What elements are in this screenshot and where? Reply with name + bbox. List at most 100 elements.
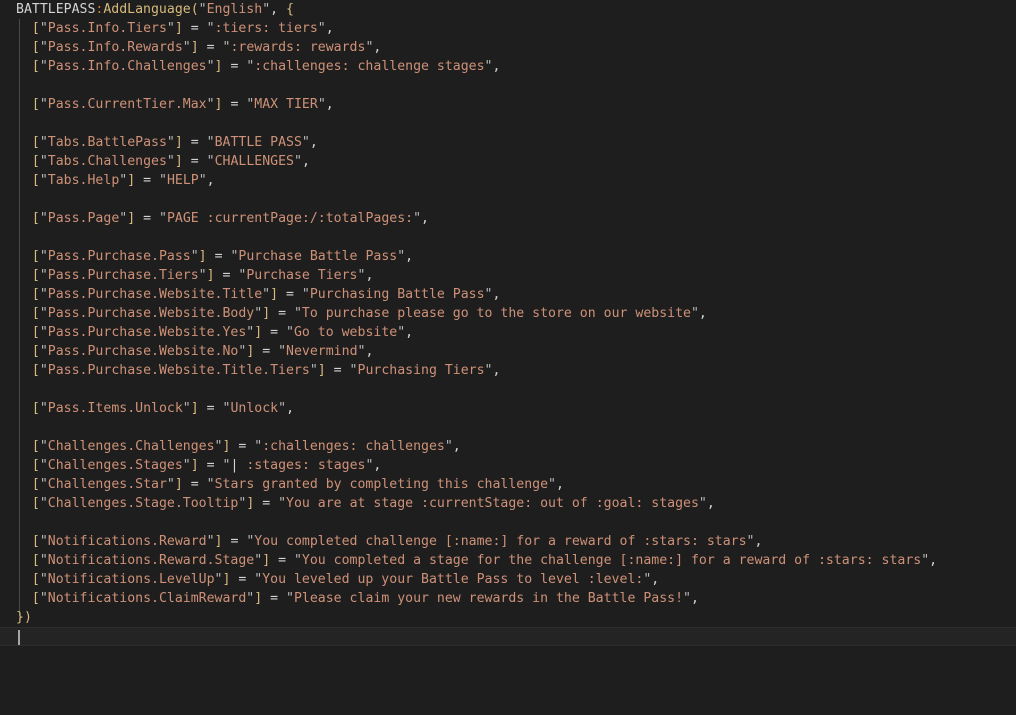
code-line-entry[interactable]: ["Pass.Info.Tiers"] = ":tiers: tiers", (0, 19, 1016, 38)
code-line-entry[interactable]: ["Pass.Items.Unlock"] = "Unlock", (0, 399, 1016, 418)
code-line-entry[interactable]: ["Pass.Purchase.Website.Title"] = "Purch… (0, 285, 1016, 304)
code-line-entry[interactable]: ["Pass.Purchase.Website.Title.Tiers"] = … (0, 361, 1016, 380)
open-bracket: [ (31, 477, 40, 492)
language-argument: English (206, 2, 263, 17)
code-line-entry[interactable]: ["Challenges.Stages"] = "| :stages: stag… (0, 456, 1016, 475)
key-open-quote: " (39, 173, 48, 188)
trailing-comma: , (690, 591, 699, 606)
trailing-comma: , (421, 211, 429, 226)
code-line-entry[interactable]: ["Challenges.Stage.Tooltip"] = "You are … (0, 494, 1016, 513)
close-bracket: ] (198, 249, 207, 264)
assign-operator: = (198, 40, 223, 55)
translation-value: PAGE :currentPage:/:totalPages: (166, 211, 414, 226)
open-bracket: [ (31, 249, 40, 264)
translation-value: Purchase Tiers (246, 268, 358, 283)
value-close-quote: " (921, 553, 930, 568)
code-line-entry[interactable]: ["Pass.CurrentTier.Max"] = "MAX TIER", (0, 95, 1016, 114)
code-line-entry[interactable]: ["Tabs.Help"] = "HELP", (0, 171, 1016, 190)
code-line-entry[interactable]: ["Challenges.Challenges"] = ":challenges… (0, 437, 1016, 456)
translation-value: :tiers: tiers (214, 21, 318, 36)
key-open-quote: " (39, 477, 48, 492)
translation-value: :challenges: challenges (262, 439, 445, 454)
trailing-comma: , (365, 344, 374, 359)
assign-operator: = (182, 135, 207, 150)
code-line-entry[interactable]: ["Pass.Purchase.Website.No"] = "Nevermin… (0, 342, 1016, 361)
key-close-quote: " (166, 154, 175, 169)
key-open-quote: " (39, 40, 48, 55)
translation-key: Pass.Purchase.Website.Body (47, 306, 255, 321)
close-bracket: ] (254, 325, 263, 340)
code-line-entry[interactable]: ["Pass.Info.Challenges"] = ":challenges:… (0, 57, 1016, 76)
translation-key: Pass.Purchase.Website.Yes (47, 325, 247, 340)
trailing-comma: , (754, 534, 763, 549)
code-line-header[interactable]: BATTLEPASS:AddLanguage("English", { (0, 0, 1016, 19)
translation-key: Notifications.LevelUp (47, 572, 215, 587)
assign-operator: = (278, 287, 302, 302)
code-line-entry[interactable]: ["Challenges.Star"] = "Stars granted by … (0, 475, 1016, 494)
assign-operator: = (262, 591, 287, 606)
assign-operator: = (254, 496, 279, 511)
open-bracket: [ (31, 211, 40, 226)
assign-operator: = (230, 439, 255, 454)
translation-value: :stages: stages (238, 458, 366, 473)
code-line-entry[interactable]: ["Tabs.BattlePass"] = "BATTLE PASS", (0, 133, 1016, 152)
value-open-quote: " (159, 173, 167, 188)
value-open-quote: " (286, 591, 294, 606)
code-line-footer[interactable]: }) (0, 608, 1016, 627)
code-line-entry[interactable]: ["Pass.Purchase.Website.Yes"] = "Go to w… (0, 323, 1016, 342)
translation-key: Pass.Purchase.Website.Title (47, 287, 263, 302)
translation-key: Challenges.Stage.Tooltip (47, 496, 239, 511)
value-open-quote: " (206, 154, 215, 169)
translation-key: Notifications.Reward (47, 534, 207, 549)
translation-key: Pass.Purchase.Tiers (47, 268, 199, 283)
value-close-quote: " (683, 591, 691, 606)
translation-value: :rewards: rewards (230, 40, 366, 55)
key-open-quote: " (39, 439, 48, 454)
code-line-entry[interactable]: ["Tabs.Challenges"] = "CHALLENGES", (0, 152, 1016, 171)
code-line-entry[interactable]: ["Notifications.ClaimReward"] = "Please … (0, 589, 1016, 608)
value-open-quote: " (278, 344, 287, 359)
code-line-entry[interactable]: ["Notifications.LevelUp"] = "You leveled… (0, 570, 1016, 589)
assign-operator: = (222, 534, 247, 549)
key-open-quote: " (39, 344, 48, 359)
value-open-quote: " (278, 496, 287, 511)
value-close-quote: " (746, 534, 755, 549)
translation-value: HELP (166, 173, 199, 188)
code-line-entry[interactable]: ["Pass.Purchase.Pass"] = "Purchase Battl… (0, 247, 1016, 266)
code-editor[interactable]: BATTLEPASS:AddLanguage("English", { ["Pa… (0, 0, 1016, 715)
translation-key: Notifications.ClaimReward (47, 591, 247, 606)
open-bracket: [ (31, 401, 40, 416)
code-line-caret[interactable] (0, 627, 1016, 646)
key-close-quote: " (262, 287, 271, 302)
key-open-quote: " (39, 458, 48, 473)
assign-operator: = (222, 59, 247, 74)
open-bracket: [ (31, 306, 40, 321)
open-bracket: [ (31, 496, 40, 511)
translation-value: You leveled up your Battle Pass to level… (262, 572, 644, 587)
code-line-entry[interactable]: ["Pass.Purchase.Website.Body"] = "To pur… (0, 304, 1016, 323)
translation-key: Challenges.Star (47, 477, 167, 492)
code-line-entry[interactable]: ["Pass.Page"] = "PAGE :currentPage:/:tot… (0, 209, 1016, 228)
key-open-quote: " (39, 306, 48, 321)
open-bracket: [ (31, 268, 40, 283)
close-bracket: ] (174, 21, 183, 36)
code-content[interactable]: BATTLEPASS:AddLanguage("English", { ["Pa… (0, 0, 1016, 646)
translation-key: Pass.Info.Challenges (47, 59, 207, 74)
code-line-entry[interactable]: ["Notifications.Reward"] = "You complete… (0, 532, 1016, 551)
code-line-entry[interactable]: ["Notifications.Reward.Stage"] = "You co… (0, 551, 1016, 570)
close-bracket: ] (254, 591, 263, 606)
close-bracket: ] (262, 553, 271, 568)
code-line-entry[interactable]: ["Pass.Purchase.Tiers"] = "Purchase Tier… (0, 266, 1016, 285)
key-close-quote: " (254, 306, 263, 321)
key-open-quote: " (39, 59, 48, 74)
trailing-comma: , (365, 268, 374, 283)
translation-key: Tabs.Challenges (47, 154, 167, 169)
code-line-entry[interactable]: ["Pass.Info.Rewards"] = ":rewards: rewar… (0, 38, 1016, 57)
